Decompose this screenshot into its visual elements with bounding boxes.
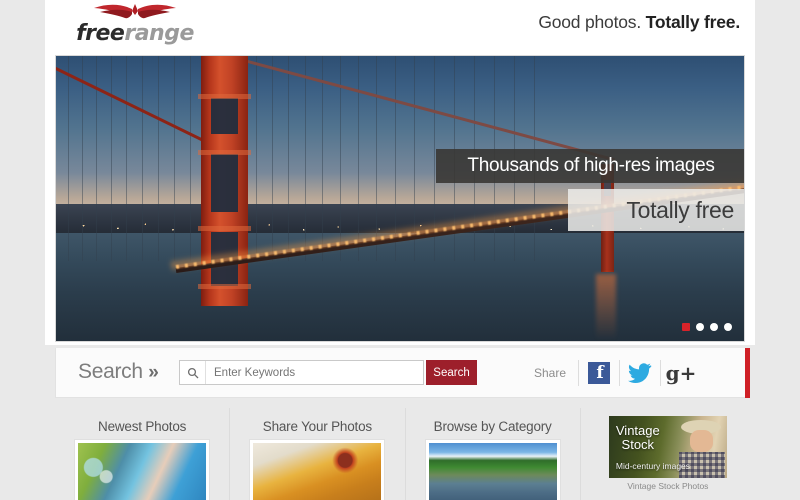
hero-banner-secondary: Totally free bbox=[568, 189, 744, 231]
chevron-double-right-icon: » bbox=[148, 362, 159, 383]
hero-carousel[interactable]: Thousands of high-res images Totally fre… bbox=[55, 55, 745, 342]
logo-wordmark: freerange bbox=[70, 23, 200, 45]
thumbnail-bubbles-photo[interactable] bbox=[75, 440, 210, 500]
search-field[interactable] bbox=[179, 360, 424, 385]
search-button[interactable]: Search bbox=[426, 360, 477, 385]
hero-banner-primary: Thousands of high-res images bbox=[436, 149, 744, 183]
panel-title: Newest Photos bbox=[98, 419, 187, 434]
panel-title: Share Your Photos bbox=[262, 419, 372, 434]
hero-water-reflection bbox=[596, 274, 616, 340]
tagline-regular: Good photos. bbox=[538, 12, 641, 32]
facebook-icon[interactable]: f bbox=[579, 358, 619, 388]
search-input[interactable] bbox=[206, 361, 423, 384]
panel-title: Browse by Category bbox=[433, 419, 552, 434]
twitter-icon[interactable] bbox=[620, 358, 660, 388]
page-root: freerange Good photos. Totally free. Tho… bbox=[0, 0, 800, 500]
ad-headline-line2: Stock bbox=[621, 437, 655, 452]
panel-advertisement[interactable]: Vintage Stock Mid-century images Vintage… bbox=[581, 408, 755, 500]
ad-caption: Vintage Stock Photos bbox=[627, 481, 709, 491]
carousel-dot-2[interactable] bbox=[696, 323, 704, 331]
ad-subtitle: Mid-century images bbox=[615, 461, 691, 471]
search-bar: Search » Search Share f bbox=[55, 348, 750, 398]
magnifier-icon bbox=[180, 361, 206, 384]
share-label: Share bbox=[533, 366, 566, 380]
panel-browse-by-category[interactable]: Browse by Category bbox=[406, 408, 581, 500]
site-logo[interactable]: freerange bbox=[70, 2, 200, 48]
carousel-dots[interactable] bbox=[682, 323, 732, 331]
feature-panels: Newest Photos Share Your Photos Browse b… bbox=[55, 408, 755, 500]
carousel-dot-3[interactable] bbox=[710, 323, 718, 331]
search-bar-red-accent bbox=[745, 348, 750, 398]
thumbnail-dragonfly-photo[interactable] bbox=[250, 440, 385, 500]
share-area: Share f g+ bbox=[534, 358, 701, 388]
search-heading: Search » bbox=[78, 360, 159, 384]
ad-banner-vintage-stock[interactable]: Vintage Stock Mid-century images bbox=[608, 416, 727, 478]
ad-headline-line1: Vintage bbox=[615, 423, 660, 438]
child-face-shape bbox=[689, 430, 713, 452]
carousel-dot-4[interactable] bbox=[724, 323, 732, 331]
logo-text-free: free bbox=[76, 21, 125, 46]
carousel-dot-1[interactable] bbox=[682, 323, 690, 331]
search-heading-text: Search bbox=[78, 360, 143, 383]
facebook-glyph: f bbox=[588, 362, 610, 384]
googleplus-glyph: g+ bbox=[665, 361, 697, 385]
googleplus-icon[interactable]: g+ bbox=[661, 358, 701, 388]
panel-share-your-photos[interactable]: Share Your Photos bbox=[230, 408, 406, 500]
ad-headline: Vintage Stock bbox=[616, 424, 660, 452]
tagline-bold: Totally free. bbox=[645, 12, 741, 32]
panel-newest-photos[interactable]: Newest Photos bbox=[55, 408, 231, 500]
site-header: freerange Good photos. Totally free. bbox=[45, 0, 755, 52]
logo-text-range: range bbox=[124, 21, 194, 46]
header-tagline: Good photos. Totally free. bbox=[538, 12, 740, 33]
thumbnail-bluebonnet-field-photo[interactable] bbox=[425, 440, 560, 500]
